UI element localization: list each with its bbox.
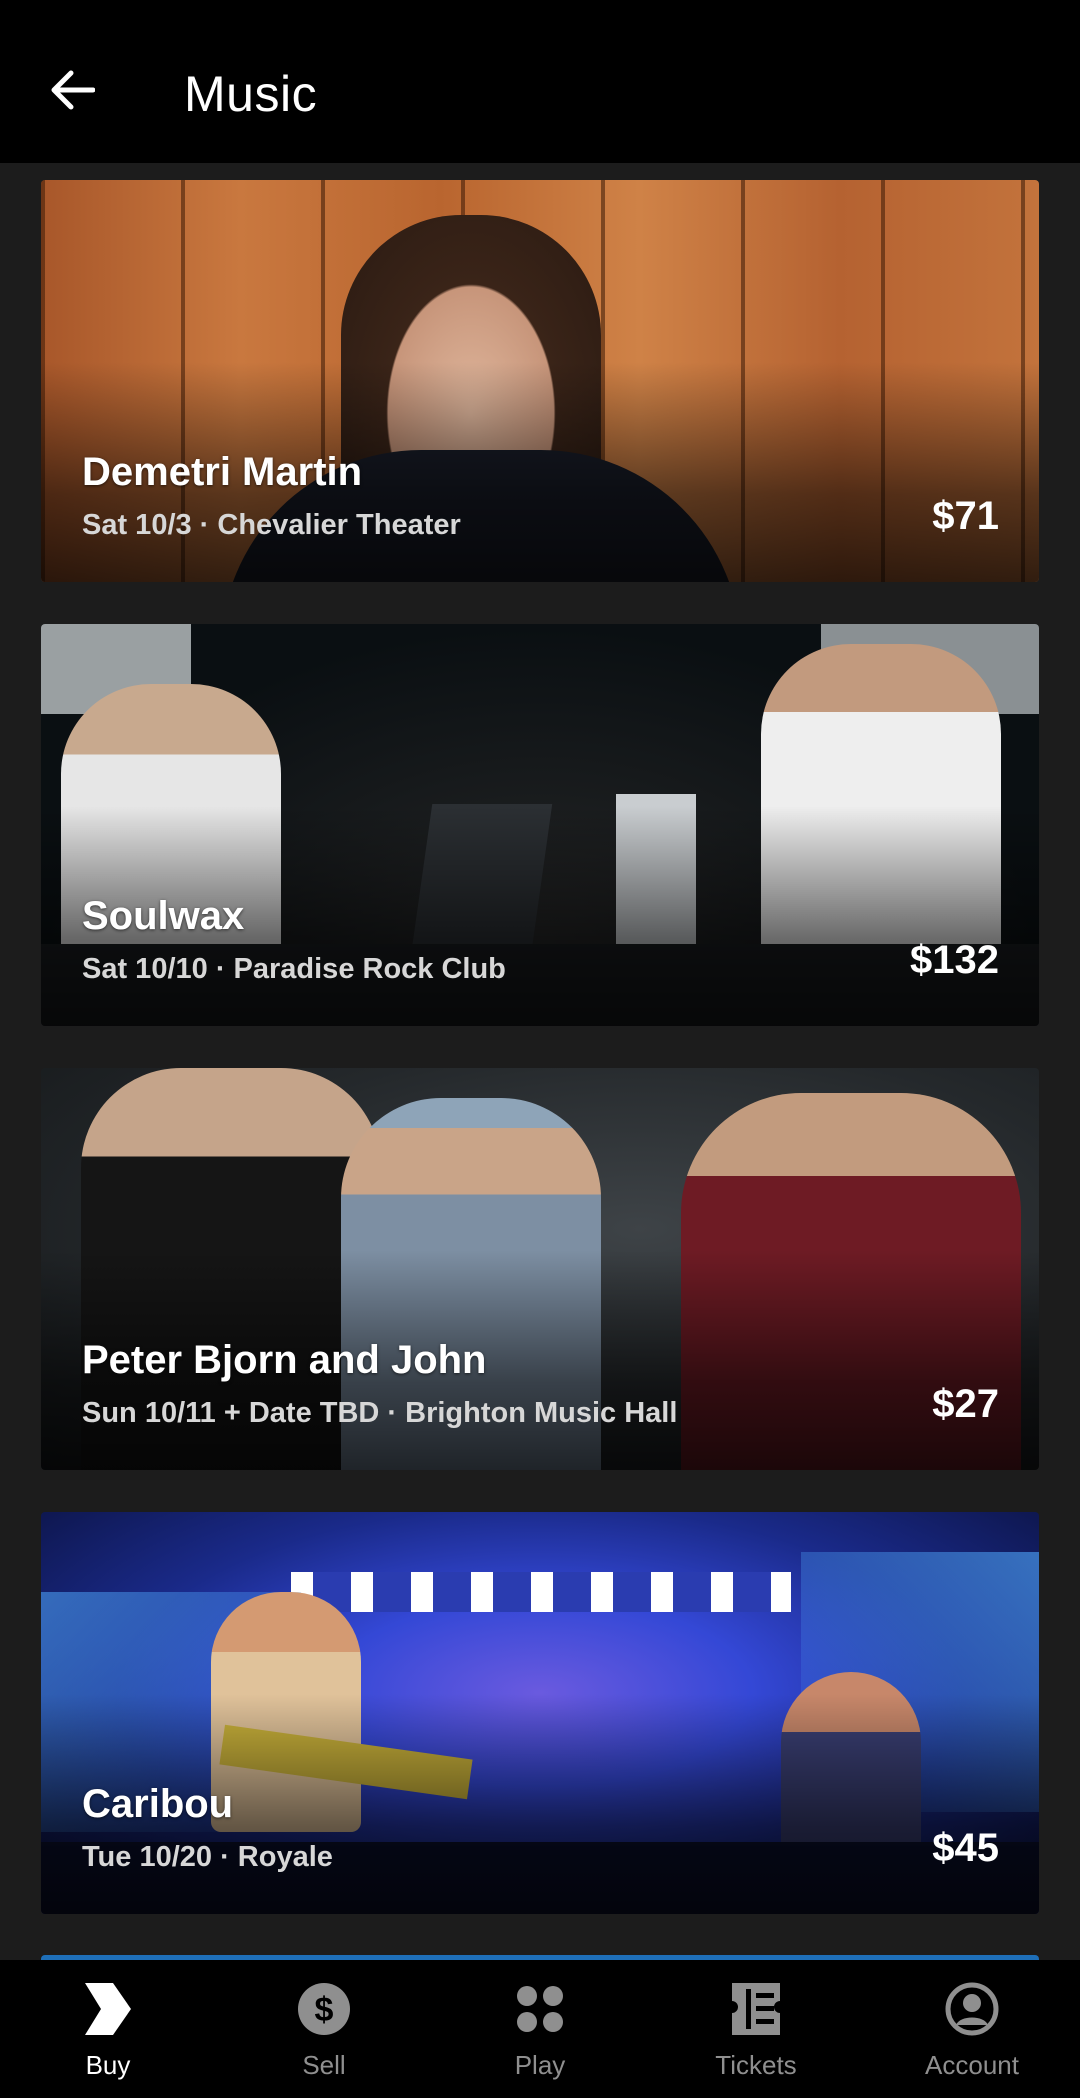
event-date-venue: Sat 10/3 · Chevalier Theater [82, 509, 461, 541]
event-date-venue: Sun 10/11 + Date TBD · Brighton Music Ha… [82, 1397, 678, 1429]
top-app-bar: Music [0, 0, 1080, 163]
back-button[interactable] [40, 58, 104, 122]
event-price: $27 [932, 1382, 999, 1426]
event-date-venue: Tue 10/20 · Royale [82, 1841, 333, 1873]
svg-text:$: $ [315, 1991, 334, 2029]
event-card-caribou[interactable]: Caribou Tue 10/20 · Royale $45 [41, 1512, 1039, 1914]
app-root: Music Demetri Martin Sat 10/3 · Chevalie… [0, 0, 1080, 2098]
nav-label: Sell [302, 2050, 346, 2080]
dots-icon [508, 1977, 572, 2041]
nav-label: Buy [85, 2050, 131, 2080]
nav-account[interactable]: Account [892, 1960, 1052, 2098]
event-price: $45 [932, 1826, 999, 1870]
event-name: Peter Bjorn and John [82, 1338, 487, 1382]
nav-label: Play [514, 2050, 566, 2080]
event-date-venue: Sat 10/10 · Paradise Rock Club [82, 953, 506, 985]
event-price: $71 [932, 494, 999, 538]
nav-label: Tickets [715, 2050, 797, 2080]
nav-sell[interactable]: $ Sell [244, 1960, 404, 2098]
event-card-demetri-martin[interactable]: Demetri Martin Sat 10/3 · Chevalier Thea… [41, 180, 1039, 582]
back-arrow-icon [51, 70, 95, 110]
nav-play[interactable]: Play [460, 1960, 620, 2098]
buy-icon [76, 1977, 140, 2041]
event-name: Caribou [82, 1782, 234, 1826]
stage-lights [291, 1572, 791, 1612]
nav-tickets[interactable]: Tickets [676, 1960, 836, 2098]
nav-buy[interactable]: Buy [28, 1960, 188, 2098]
nav-label: Account [925, 2050, 1019, 2080]
account-icon [940, 1977, 1004, 2041]
dollar-icon: $ [292, 1977, 356, 2041]
event-list[interactable]: Demetri Martin Sat 10/3 · Chevalier Thea… [0, 163, 1080, 1963]
ticket-icon [724, 1977, 788, 2041]
event-name: Soulwax [82, 894, 245, 938]
event-price: $132 [910, 938, 999, 982]
page-title: Music [184, 66, 318, 122]
event-name: Demetri Martin [82, 450, 363, 494]
bottom-navigation: Buy $ Sell Play Tickets Account [0, 1960, 1080, 2098]
event-card-soulwax[interactable]: Soulwax Sat 10/10 · Paradise Rock Club $… [41, 624, 1039, 1026]
event-card-peter-bjorn-and-john[interactable]: Peter Bjorn and John Sun 10/11 + Date TB… [41, 1068, 1039, 1470]
